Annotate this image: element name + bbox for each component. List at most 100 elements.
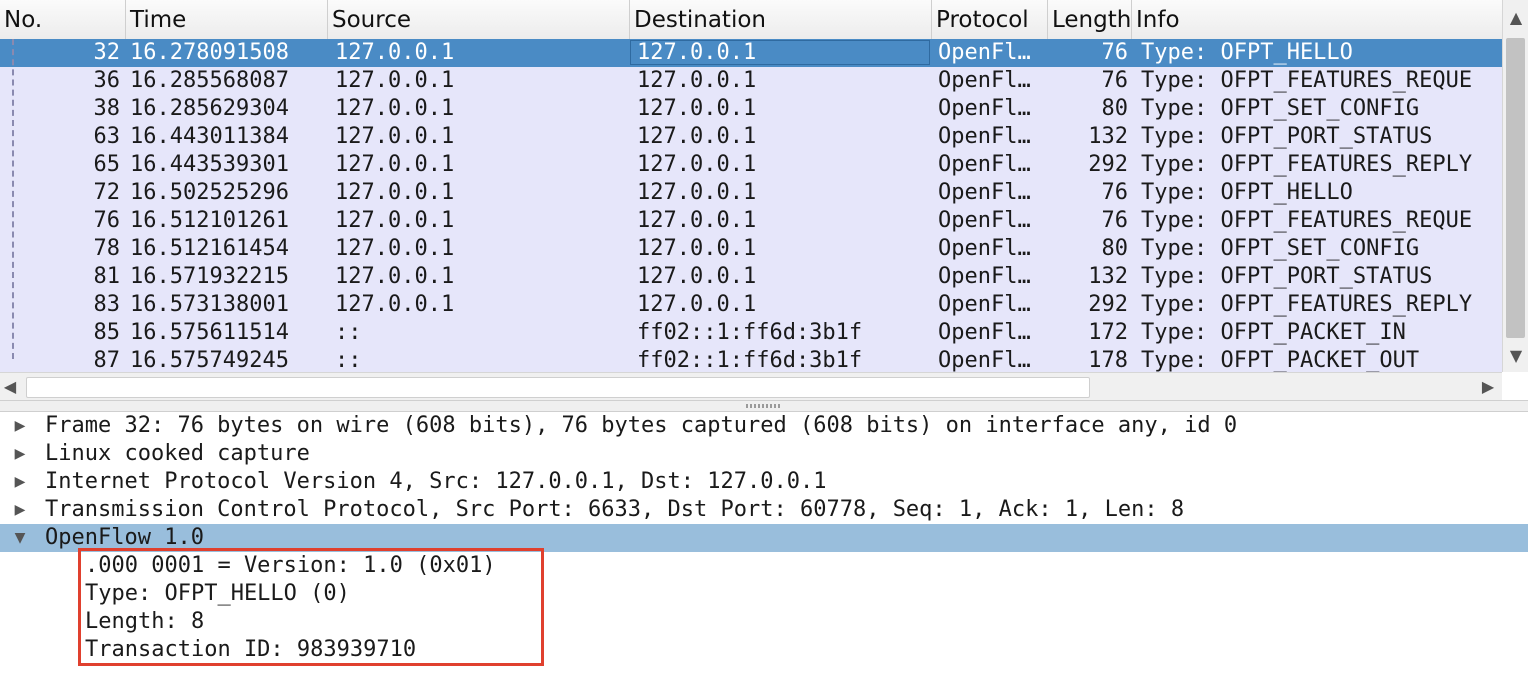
info-cell: Type: OFPT_FEATURES_REQUE (1141, 208, 1473, 233)
packet-list-header: No. Time Source Destination Protocol Len… (0, 0, 1502, 40)
length-cell: 178 (1088, 348, 1128, 372)
packet-number-cell: 76 (93, 208, 121, 233)
length-cell: 76 (1101, 208, 1129, 233)
length-cell: 172 (1088, 320, 1128, 345)
time-cell: 16.285568087 (130, 68, 289, 93)
triangle-down-icon[interactable]: ▼ (12, 524, 28, 552)
scroll-down-icon[interactable]: ▼ (1506, 346, 1526, 365)
scroll-right-icon[interactable]: ▶ (1478, 377, 1498, 396)
packet-row[interactable]: 38 16.285629304 127.0.0.1 127.0.0.1 OpenFl… 8… (0, 95, 1502, 123)
info-cell: Type: OFPT_PORT_STATUS (1141, 124, 1433, 149)
destination-cell: 127.0.0.1 (637, 152, 757, 177)
pane-splitter[interactable] (0, 400, 1528, 412)
length-cell: 132 (1088, 264, 1128, 289)
packet-row[interactable]: 85 16.575611514:: ff02::1:ff6d:3b1f OpenFl…… (0, 319, 1502, 347)
column-header-protocol[interactable]: Protocol (932, 0, 1048, 39)
tree-item-ip[interactable]: ▶ Internet Protocol Version 4, Src: 127.… (0, 468, 1528, 496)
column-header-destination[interactable]: Destination (630, 0, 932, 39)
time-cell: 16.575749245 (130, 348, 289, 372)
protocol-cell: OpenFl… (938, 96, 1031, 121)
horizontal-scroll-thumb[interactable] (26, 377, 1090, 398)
source-cell: 127.0.0.1 (335, 264, 455, 289)
packet-number-cell: 83 (93, 292, 121, 317)
destination-cell: ff02::1:ff6d:3b1f (637, 320, 863, 345)
destination-cell: 127.0.0.1 (637, 124, 757, 149)
packet-row[interactable]: 72 16.502525296 127.0.0.1 127.0.0.1 OpenFl… 7… (0, 179, 1502, 207)
packet-number-cell: 87 (93, 348, 121, 372)
source-cell: 127.0.0.1 (335, 68, 455, 93)
info-cell: Type: OFPT_HELLO (1141, 180, 1353, 205)
vertical-scroll-thumb[interactable] (1506, 38, 1525, 338)
protocol-cell: OpenFl… (938, 320, 1031, 345)
protocol-cell: OpenFl… (938, 348, 1031, 372)
column-header-no[interactable]: No. (0, 0, 126, 39)
source-cell: 127.0.0.1 (335, 180, 455, 205)
packet-row[interactable]: 87 16.575749245:: ff02::1:ff6d:3b1f OpenFl…… (0, 347, 1502, 372)
info-cell: Type: OFPT_PORT_STATUS (1141, 264, 1433, 289)
length-cell: 76 (1101, 40, 1129, 65)
triangle-right-icon[interactable]: ▶ (12, 412, 28, 440)
source-cell: 127.0.0.1 (335, 292, 455, 317)
time-cell: 16.571932215 (130, 264, 289, 289)
packet-row[interactable]: 36 16.285568087 127.0.0.1 127.0.0.1 OpenFl… 7… (0, 67, 1502, 95)
destination-cell: 127.0.0.1 (637, 236, 757, 261)
tree-item-tcp[interactable]: ▶ Transmission Control Protocol, Src Por… (0, 496, 1528, 524)
packet-number-cell: 36 (93, 68, 121, 93)
splitter-grip-icon[interactable] (746, 404, 782, 408)
column-header-length[interactable]: Length (1048, 0, 1132, 39)
source-cell: 127.0.0.1 (335, 236, 455, 261)
info-cell: Type: OFPT_FEATURES_REQUE (1141, 68, 1473, 93)
packet-row[interactable]: 83 16.573138001 127.0.0.1 127.0.0.1 OpenFl… 2… (0, 291, 1502, 319)
scroll-left-icon[interactable]: ◀ (0, 377, 20, 396)
info-cell: Type: OFPT_SET_CONFIG (1141, 236, 1420, 261)
tree-item-linux-cooked[interactable]: ▶ Linux cooked capture (0, 440, 1528, 468)
time-cell: 16.502525296 (130, 180, 289, 205)
protocol-cell: OpenFl… (938, 180, 1031, 205)
info-cell: Type: OFPT_PACKET_OUT (1141, 348, 1420, 372)
info-cell: Type: OFPT_FEATURES_REPLY (1141, 292, 1473, 317)
annotation-highlight-box (78, 548, 544, 666)
destination-cell: 127.0.0.1 (637, 208, 757, 233)
packet-row[interactable]: 32 16.278091508 127.0.0.1 127.0.0.1 OpenFl… 7… (0, 39, 1502, 67)
tree-item-label: Frame 32: 76 bytes on wire (608 bits), 7… (45, 413, 1238, 438)
source-cell: 127.0.0.1 (335, 208, 455, 233)
packet-row[interactable]: 65 16.443539301 127.0.0.1 127.0.0.1 OpenFl… 2… (0, 151, 1502, 179)
packet-row[interactable]: 81 16.571932215 127.0.0.1 127.0.0.1 OpenFl… 1… (0, 263, 1502, 291)
packet-number-cell: 65 (93, 152, 121, 177)
triangle-right-icon[interactable]: ▶ (12, 468, 28, 496)
triangle-right-icon[interactable]: ▶ (12, 440, 28, 468)
time-cell: 16.443539301 (130, 152, 289, 177)
tree-item-frame[interactable]: ▶ Frame 32: 76 bytes on wire (608 bits),… (0, 412, 1528, 440)
time-cell: 16.443011384 (130, 124, 289, 149)
triangle-right-icon[interactable]: ▶ (12, 496, 28, 524)
packet-number-cell: 85 (93, 320, 121, 345)
packet-number-cell: 81 (93, 264, 121, 289)
scroll-up-icon[interactable]: ▲ (1506, 8, 1526, 27)
packet-row[interactable]: 78 16.512161454 127.0.0.1 127.0.0.1 OpenFl… 8… (0, 235, 1502, 263)
info-cell: Type: OFPT_HELLO (1141, 40, 1353, 65)
column-header-source[interactable]: Source (328, 0, 630, 39)
source-cell: 127.0.0.1 (335, 124, 455, 149)
packet-row[interactable]: 76 16.512101261 127.0.0.1 127.0.0.1 OpenFl… 7… (0, 207, 1502, 235)
packet-row[interactable]: 63 16.443011384 127.0.0.1 127.0.0.1 OpenFl… 1… (0, 123, 1502, 151)
packet-number-cell: 32 (93, 40, 121, 65)
tree-item-label: Linux cooked capture (45, 441, 310, 466)
length-cell: 80 (1101, 96, 1129, 121)
length-cell: 292 (1088, 292, 1128, 317)
horizontal-scrollbar[interactable]: ◀ ▶ (0, 372, 1502, 400)
time-cell: 16.573138001 (130, 292, 289, 317)
protocol-cell: OpenFl… (938, 40, 1031, 65)
destination-cell: 127.0.0.1 (637, 68, 757, 93)
length-cell: 80 (1101, 236, 1129, 261)
packet-number-cell: 38 (93, 96, 121, 121)
time-cell: 16.512161454 (130, 236, 289, 261)
protocol-cell: OpenFl… (938, 68, 1031, 93)
column-header-time[interactable]: Time (126, 0, 328, 39)
destination-cell: 127.0.0.1 (637, 264, 757, 289)
vertical-scrollbar[interactable]: ▲ ▼ (1502, 0, 1528, 372)
source-cell: 127.0.0.1 (335, 96, 455, 121)
packet-rows: 32 16.278091508 127.0.0.1 127.0.0.1 OpenFl… 7… (0, 39, 1502, 372)
column-header-info[interactable]: Info (1132, 0, 1502, 39)
time-cell: 16.512101261 (130, 208, 289, 233)
destination-cell: 127.0.0.1 (637, 96, 757, 121)
